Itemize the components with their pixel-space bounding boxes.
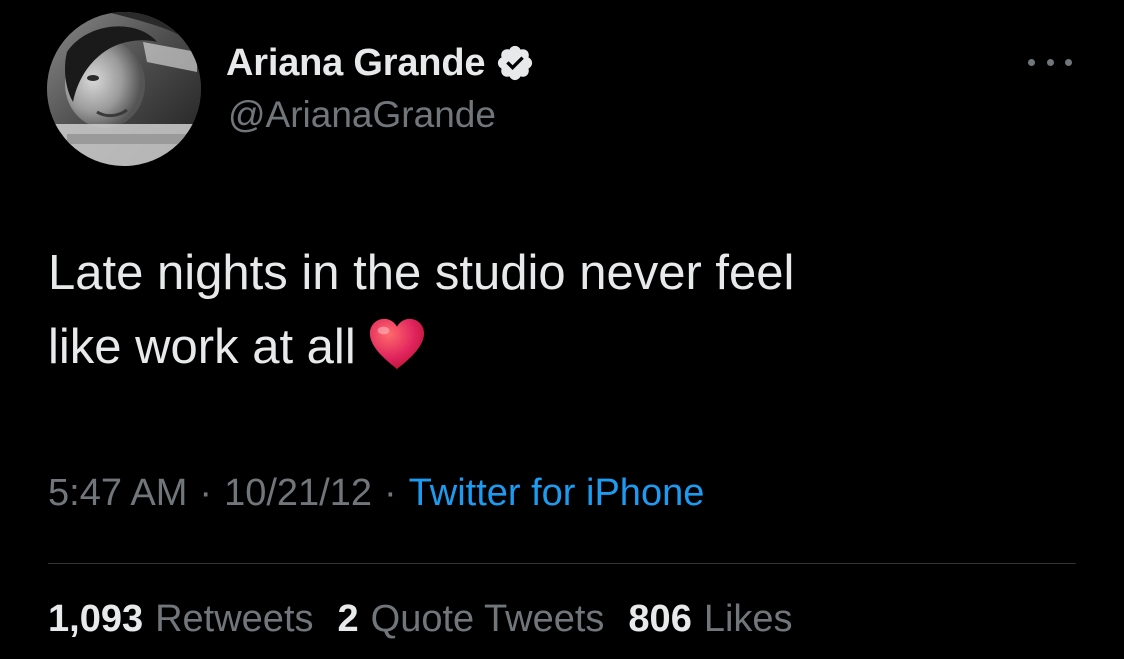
retweets-stat[interactable]: 1,093 Retweets (48, 598, 314, 641)
quote-tweets-label: Quote Tweets (370, 598, 605, 640)
tweet-source-link[interactable]: Twitter for iPhone (409, 472, 705, 515)
avatar[interactable] (47, 12, 201, 166)
retweets-count: 1,093 (48, 598, 144, 640)
more-dot (1028, 58, 1035, 66)
more-options-icon[interactable] (1028, 52, 1072, 72)
author-name-row[interactable]: Ariana Grande (226, 40, 535, 86)
tweet-date[interactable]: 10/21/12 (224, 472, 372, 515)
likes-label: Likes (703, 598, 793, 640)
more-dot (1065, 58, 1072, 66)
likes-stat[interactable]: 806 Likes (628, 598, 792, 641)
tweet-meta: 5:47 AM · 10/21/12 · Twitter for iPhone (48, 472, 704, 515)
quote-tweets-count: 2 (337, 598, 359, 640)
divider (48, 563, 1076, 564)
tweet-text-line-2: like work at all (48, 320, 356, 374)
profile-photo-icon (47, 12, 201, 166)
likes-count: 806 (628, 598, 692, 640)
tweet-text: Late nights in the studio never feel lik… (48, 236, 1088, 384)
meta-separator: · (384, 472, 397, 514)
author-handle[interactable]: @ArianaGrande (228, 94, 496, 136)
tweet-time[interactable]: 5:47 AM (48, 472, 187, 515)
tweet-stats: 1,093 Retweets 2 Quote Tweets 806 Likes (48, 598, 817, 641)
quote-tweets-stat[interactable]: 2 Quote Tweets (338, 598, 605, 641)
tweet-text-line-1: Late nights in the studio never feel (48, 246, 795, 300)
author-display-name[interactable]: Ariana Grande (226, 42, 485, 85)
retweets-label: Retweets (155, 598, 314, 640)
meta-separator: · (199, 472, 213, 514)
more-dot (1046, 58, 1054, 66)
red-heart-emoji-icon (366, 315, 428, 373)
verified-badge-icon (495, 43, 535, 83)
tweet-card: Ariana Grande @ArianaGrande Late nights … (0, 0, 1124, 659)
